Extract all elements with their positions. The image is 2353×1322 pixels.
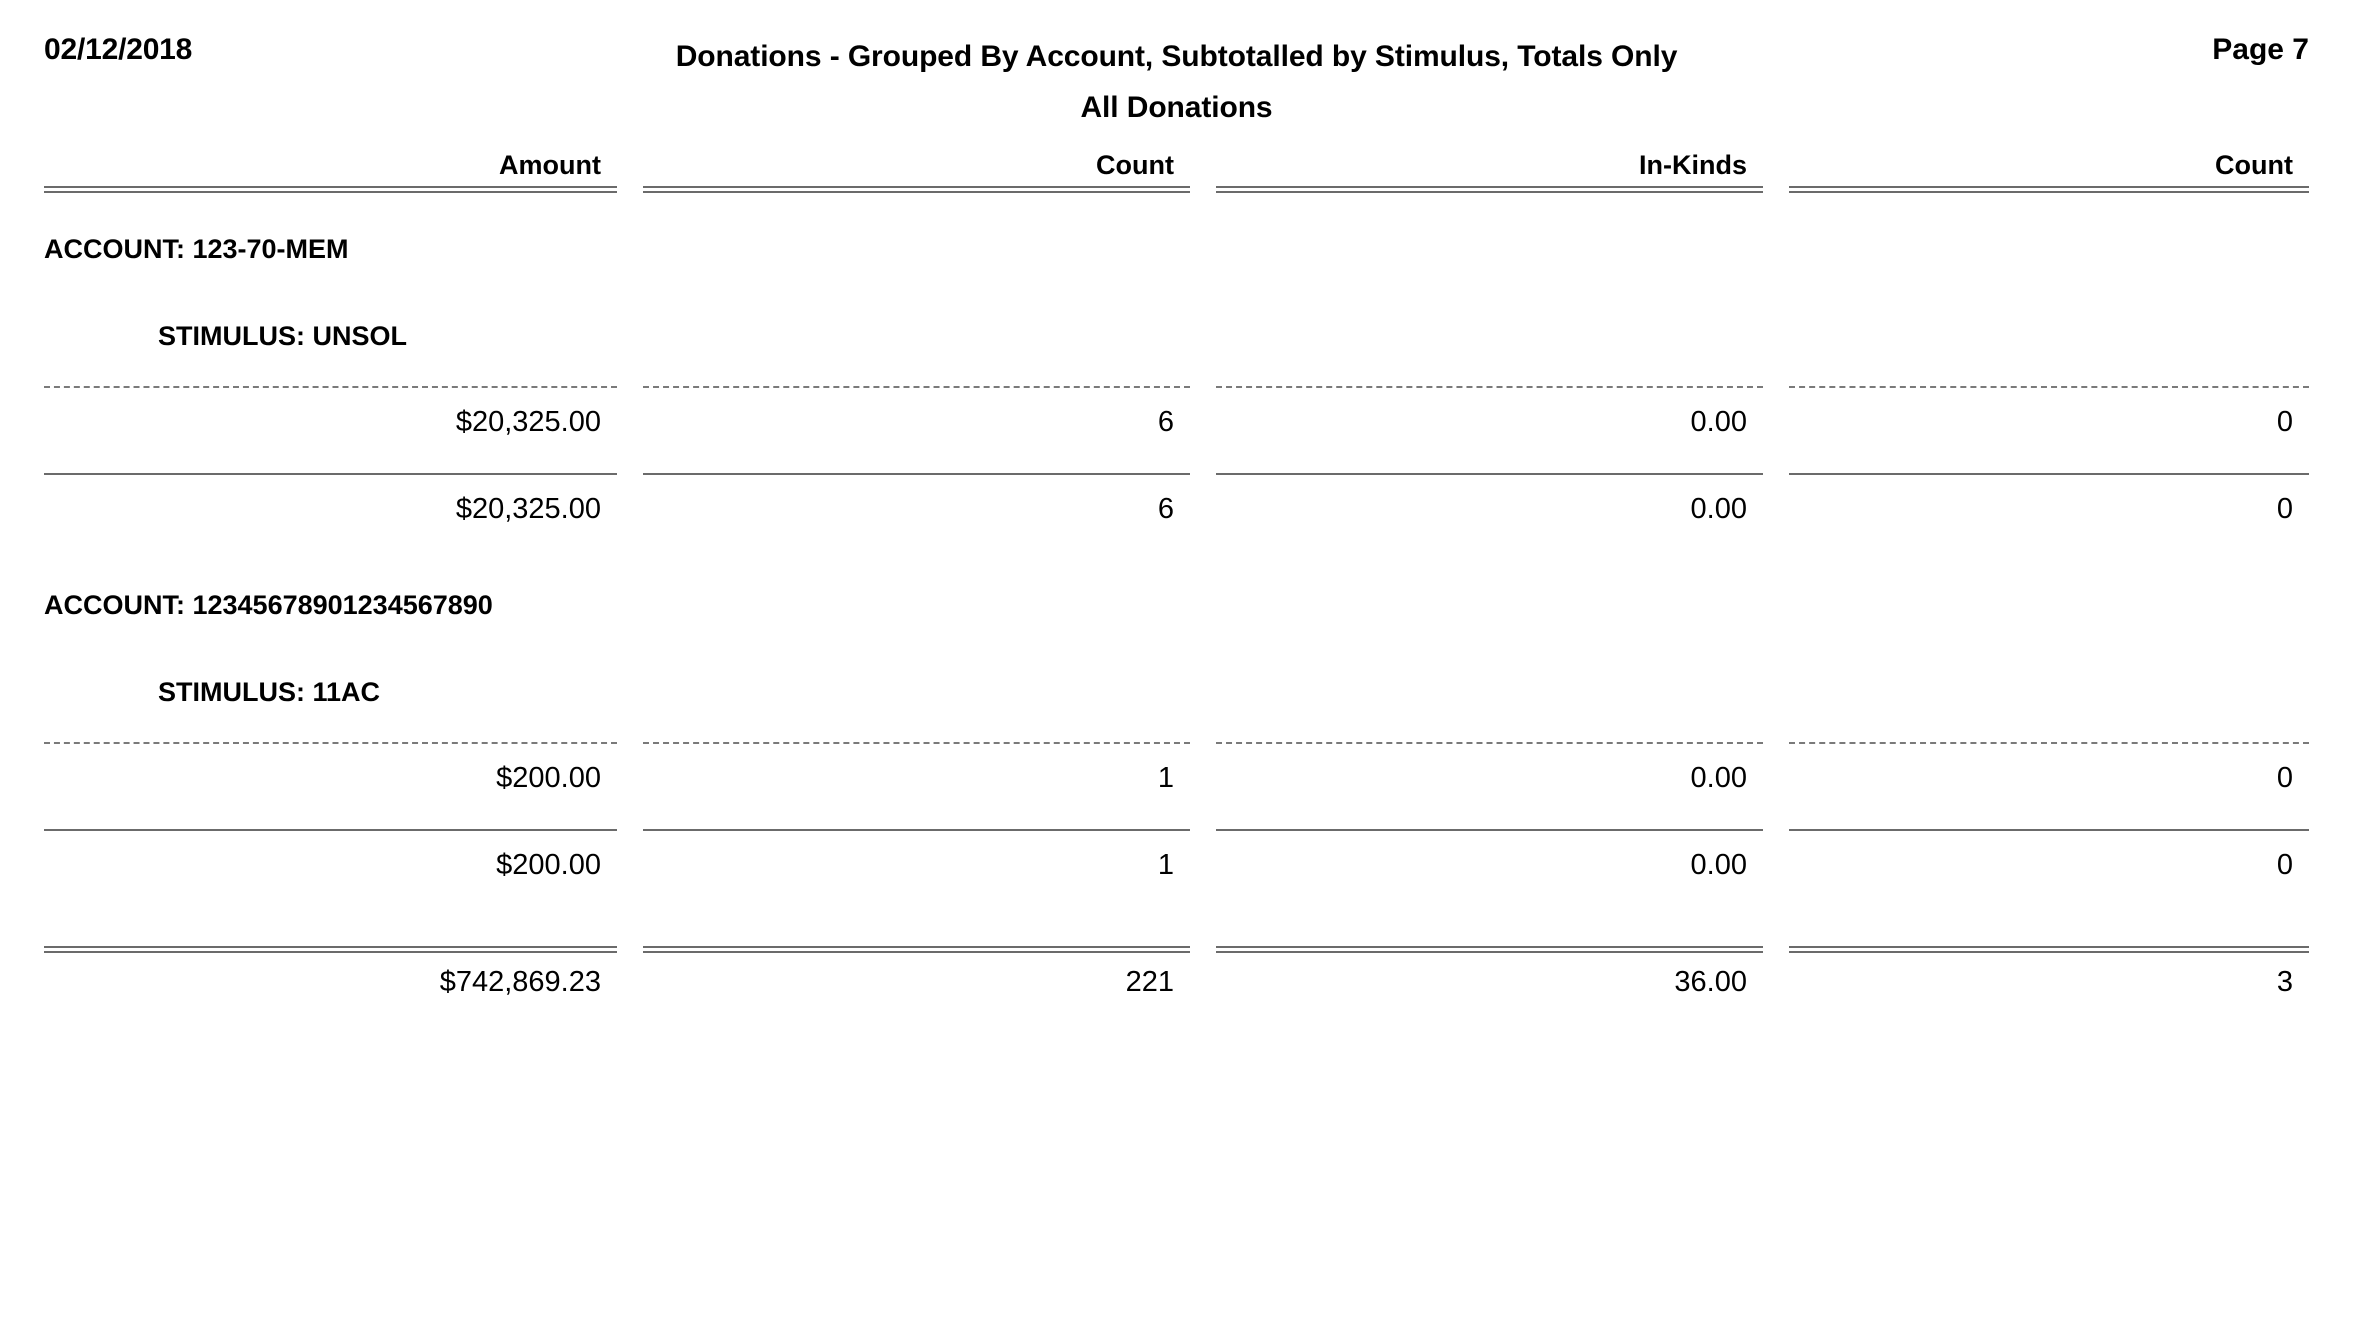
- cell-in-kinds: 0.00: [1690, 762, 1747, 794]
- stimulus-detail-row: $20,325.00 6 0.00 0: [0, 406, 2353, 439]
- account-subtotal-row: $200.00 1 0.00 0: [0, 849, 2353, 882]
- stimulus-detail-row: $200.00 1 0.00 0: [0, 762, 2353, 795]
- report-title-line-1: Donations - Grouped By Account, Subtotal…: [675, 40, 1678, 73]
- stimulus-group-label: STIMULUS: UNSOL: [158, 321, 407, 351]
- cell-count-1: 221: [1125, 966, 1174, 998]
- cell-count-2: 0: [2276, 762, 2293, 794]
- page-number: Page 7: [2212, 33, 2309, 66]
- cell-count-2: 0: [2276, 849, 2293, 881]
- column-header-row: Amount Count In-Kinds Count: [0, 150, 2353, 186]
- column-header-count-2: Count: [2215, 150, 2293, 180]
- cell-count-2: 3: [2276, 966, 2293, 998]
- cell-amount: $200.00: [496, 849, 601, 881]
- cell-in-kinds: 0.00: [1690, 406, 1747, 438]
- report-title-line-2: All Donations: [1080, 91, 1273, 124]
- cell-count-2: 0: [2276, 493, 2293, 525]
- report-page: 02/12/2018 Donations - Grouped By Accoun…: [0, 0, 2353, 1322]
- column-header-amount: Amount: [499, 150, 601, 180]
- cell-in-kinds: 36.00: [1674, 966, 1747, 998]
- cell-amount: $20,325.00: [455, 406, 601, 438]
- cell-in-kinds: 0.00: [1690, 849, 1747, 881]
- account-subtotal-row: $20,325.00 6 0.00 0: [0, 493, 2353, 526]
- cell-in-kinds: 0.00: [1690, 493, 1747, 525]
- column-header-in-kinds: In-Kinds: [1639, 150, 1747, 180]
- cell-count-2: 0: [2276, 406, 2293, 438]
- account-group-label: ACCOUNT: 123-70-MEM: [44, 234, 349, 264]
- report-title: Donations - Grouped By Account, Subtotal…: [0, 31, 2353, 133]
- cell-amount: $742,869.23: [439, 966, 601, 998]
- report-header: 02/12/2018 Donations - Grouped By Accoun…: [0, 0, 2353, 150]
- cell-count-1: 1: [1157, 849, 1174, 881]
- cell-count-1: 6: [1157, 493, 1174, 525]
- cell-amount: $20,325.00: [455, 493, 601, 525]
- grand-total-row: $742,869.23 221 36.00 3: [0, 966, 2353, 999]
- cell-amount: $200.00: [496, 762, 601, 794]
- column-header-count-1: Count: [1096, 150, 1174, 180]
- account-group-label: ACCOUNT: 12345678901234567890: [44, 590, 493, 620]
- cell-count-1: 6: [1157, 406, 1174, 438]
- stimulus-group-label: STIMULUS: 11AC: [158, 677, 381, 707]
- cell-count-1: 1: [1157, 762, 1174, 794]
